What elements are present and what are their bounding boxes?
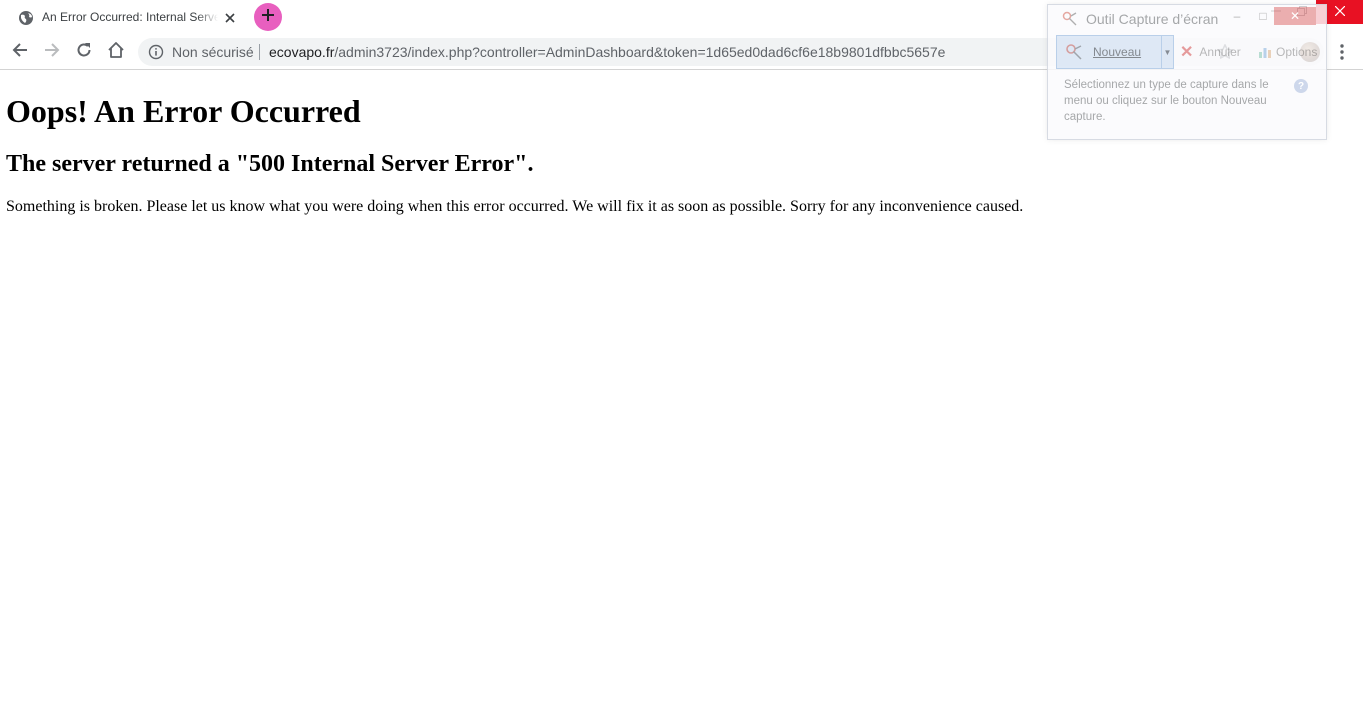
close-icon[interactable] — [222, 10, 238, 26]
new-capture-label: Nouveau — [1093, 45, 1142, 59]
home-button[interactable] — [102, 38, 130, 66]
close-icon — [1334, 3, 1345, 21]
page-title: Oops! An Error Occurred — [6, 93, 361, 129]
chevron-down-icon[interactable]: ▼ — [1162, 35, 1174, 69]
new-capture-button[interactable]: Nouveau — [1056, 35, 1162, 69]
tab-active[interactable]: An Error Occurred: Internal Server Error — [8, 4, 244, 34]
forward-arrow-icon — [44, 42, 60, 63]
plus-icon — [261, 8, 275, 27]
security-divider — [259, 44, 260, 60]
reload-button[interactable] — [70, 38, 98, 66]
back-button[interactable] — [6, 38, 34, 66]
url-path: /admin3723/index.php?controller=AdminDas… — [334, 44, 946, 60]
reload-icon — [76, 42, 92, 63]
more-vert-icon[interactable] — [1332, 40, 1352, 64]
error-subtitle: The server returned a "500 Internal Serv… — [6, 151, 534, 177]
forward-button[interactable] — [38, 38, 66, 66]
new-tab-button[interactable] — [254, 3, 282, 31]
options-label: Options — [1276, 45, 1318, 59]
url-text[interactable]: ecovapo.fr/admin3723/index.php?controlle… — [269, 44, 945, 60]
scissors-icon — [1065, 43, 1083, 61]
snipping-help-text: Sélectionnez un type de capture dans le … — [1064, 79, 1269, 123]
tab-title: An Error Occurred: Internal Server Error — [42, 10, 218, 24]
snipping-tool-title: Outil Capture d’écran — [1086, 11, 1219, 27]
url-domain: ecovapo.fr — [269, 44, 335, 60]
options-icon — [1258, 45, 1272, 59]
snipping-toolbar: Nouveau ▼ ✕ Annuler Options — [1056, 33, 1320, 71]
minimize-icon[interactable]: – — [1230, 9, 1244, 25]
cancel-button[interactable]: ✕ Annuler — [1176, 35, 1246, 69]
globe-icon — [18, 10, 34, 26]
security-label[interactable]: Non sécurisé — [172, 44, 254, 60]
maximize-icon[interactable]: □ — [1256, 9, 1270, 25]
snipping-tool-window[interactable]: Outil Capture d’écran – □ ✕ Nouveau ▼ ✕ … — [1047, 4, 1327, 140]
page-content: Oops! An Error Occurred The server retur… — [0, 71, 1363, 727]
help-icon[interactable]: ? — [1294, 79, 1308, 93]
info-icon[interactable] — [148, 44, 164, 60]
cancel-label: Annuler — [1199, 45, 1241, 59]
back-arrow-icon — [12, 42, 28, 63]
error-message: Something is broken. Please let us know … — [6, 198, 1024, 215]
options-button[interactable]: Options — [1252, 35, 1318, 69]
close-icon[interactable]: ✕ — [1274, 7, 1316, 25]
home-icon — [107, 41, 125, 64]
scissors-icon — [1062, 11, 1078, 27]
cancel-icon: ✕ — [1180, 44, 1194, 61]
